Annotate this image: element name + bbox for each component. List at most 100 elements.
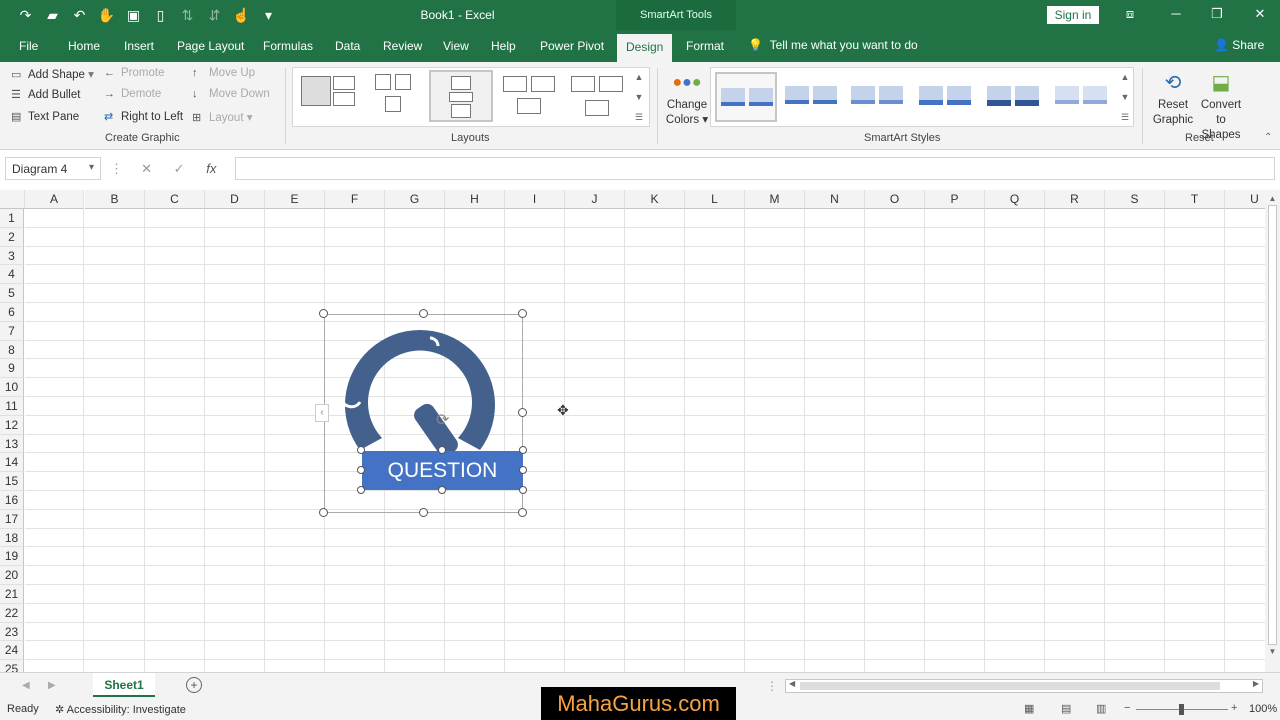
scroll-up-icon[interactable]: ▲ [1117, 67, 1133, 87]
new-sheet-icon[interactable]: + [186, 677, 202, 693]
layout-option[interactable] [499, 70, 563, 122]
rotate-handle-icon[interactable]: ⟳ [436, 410, 449, 430]
layout-option[interactable] [297, 70, 361, 122]
scroll-up-icon[interactable]: ▲ [1265, 194, 1280, 203]
style-option[interactable] [847, 72, 909, 122]
minimize-icon[interactable]: ─ [1166, 6, 1186, 21]
promote-button[interactable]: ← Promote [104, 67, 164, 79]
column-header[interactable]: F [325, 190, 385, 209]
row-header[interactable]: 17 [0, 509, 24, 529]
column-header[interactable]: O [865, 190, 925, 209]
column-header[interactable]: H [445, 190, 505, 209]
add-shape-button[interactable]: ▭ Add Shape ▾ [11, 67, 94, 81]
row-header[interactable]: 20 [0, 566, 24, 585]
resize-handle[interactable] [319, 309, 328, 318]
reset-graphic-button[interactable]: ⟲ Reset Graphic [1150, 68, 1196, 128]
row-header[interactable]: 1 [0, 209, 24, 228]
column-header[interactable]: E [265, 190, 325, 209]
style-option[interactable] [1051, 72, 1113, 122]
zoom-slider-thumb[interactable] [1179, 704, 1184, 715]
row-header[interactable]: 15 [0, 472, 24, 491]
tab-power-pivot[interactable]: Power Pivot [540, 39, 604, 53]
scroll-down-icon[interactable]: ▼ [1265, 647, 1280, 656]
insert-function-icon[interactable]: fx [206, 161, 216, 176]
column-header[interactable]: I [505, 190, 565, 209]
shape-handle[interactable] [519, 446, 527, 454]
next-sheet-icon[interactable]: ▶ [48, 680, 56, 691]
scroll-up-icon[interactable]: ▲ [631, 67, 647, 87]
column-header[interactable]: S [1105, 190, 1165, 209]
normal-view-icon[interactable]: ▦ [1024, 702, 1034, 715]
add-bullet-button[interactable]: ☰ Add Bullet [11, 88, 80, 101]
row-header[interactable]: 9 [0, 359, 24, 379]
restore-icon[interactable]: ❐ [1207, 6, 1227, 22]
resize-handle[interactable] [518, 508, 527, 517]
column-header[interactable]: P [925, 190, 985, 209]
tab-review[interactable]: Review [383, 39, 422, 53]
column-header[interactable]: D [205, 190, 265, 209]
resize-handle[interactable] [319, 508, 328, 517]
page-layout-view-icon[interactable]: ▤ [1061, 702, 1071, 715]
row-header[interactable]: 13 [0, 434, 24, 454]
row-header[interactable]: 21 [0, 585, 24, 604]
move-up-button[interactable]: ↑ Move Up [192, 67, 255, 79]
sign-in-button[interactable]: Sign in [1047, 6, 1099, 24]
tab-file[interactable]: File [19, 39, 38, 53]
select-all-corner[interactable] [0, 190, 25, 209]
name-box[interactable]: Diagram 4 ▾ [5, 157, 101, 180]
right-to-left-button[interactable]: ⇄ Right to Left [104, 110, 183, 123]
row-header[interactable]: 18 [0, 528, 24, 548]
resize-handle[interactable] [419, 508, 428, 517]
style-option[interactable] [781, 72, 843, 122]
tab-format[interactable]: Format [686, 39, 724, 53]
row-header[interactable]: 23 [0, 622, 24, 642]
layout-option[interactable] [567, 70, 631, 122]
column-header[interactable]: A [25, 190, 84, 209]
tab-help[interactable]: Help [491, 39, 516, 53]
formula-input[interactable] [235, 157, 1275, 180]
shape-handle[interactable] [357, 486, 365, 494]
scroll-right-icon[interactable]: ▶ [1253, 679, 1259, 688]
layout-option-selected[interactable] [429, 70, 493, 122]
row-header[interactable]: 22 [0, 603, 24, 623]
row-header[interactable]: 12 [0, 415, 24, 435]
shape-handle[interactable] [519, 466, 527, 474]
resize-handle[interactable] [419, 309, 428, 318]
page-break-view-icon[interactable]: ▥ [1096, 702, 1106, 715]
accessibility-status[interactable]: ✲ Accessibility: Investigate [55, 703, 186, 716]
resize-handle[interactable] [518, 309, 527, 318]
column-header[interactable]: K [625, 190, 685, 209]
cancel-icon[interactable]: ✕ [141, 161, 152, 176]
tell-me-search[interactable]: 💡 Tell me what you want to do [748, 38, 918, 52]
more-icon[interactable]: ☰ [1117, 107, 1133, 127]
row-header[interactable]: 10 [0, 378, 24, 397]
tab-view[interactable]: View [443, 39, 469, 53]
layout-option[interactable] [363, 70, 427, 122]
row-header[interactable]: 4 [0, 265, 24, 285]
column-header[interactable]: C [145, 190, 205, 209]
row-header[interactable]: 24 [0, 641, 24, 661]
tab-insert[interactable]: Insert [124, 39, 154, 53]
tab-home[interactable]: Home [68, 39, 100, 53]
style-option[interactable] [983, 72, 1045, 122]
shape-handle[interactable] [519, 486, 527, 494]
more-icon[interactable]: ☰ [631, 107, 647, 127]
share-button[interactable]: 👤 Share [1214, 38, 1264, 52]
row-header[interactable]: 6 [0, 303, 24, 322]
style-option-selected[interactable] [715, 72, 777, 122]
shape-handle[interactable] [438, 446, 446, 454]
prev-sheet-icon[interactable]: ◀ [22, 680, 30, 691]
row-header[interactable]: 5 [0, 284, 24, 303]
row-header[interactable]: 14 [0, 453, 24, 473]
column-header[interactable]: B [85, 190, 145, 209]
text-pane-toggle-icon[interactable]: ‹ [315, 404, 329, 422]
question-label-shape[interactable]: QUESTION [362, 451, 523, 490]
scroll-left-icon[interactable]: ◀ [789, 679, 795, 688]
zoom-out-icon[interactable]: − [1124, 702, 1130, 714]
row-header[interactable]: 25 [0, 660, 24, 672]
tab-design[interactable]: Design [617, 34, 673, 62]
column-header[interactable]: R [1045, 190, 1105, 209]
sheet-tab-sheet1[interactable]: Sheet1 [93, 673, 155, 697]
vertical-scrollbar[interactable]: ▲ ▼ [1265, 190, 1280, 672]
resize-handle[interactable] [518, 408, 527, 417]
